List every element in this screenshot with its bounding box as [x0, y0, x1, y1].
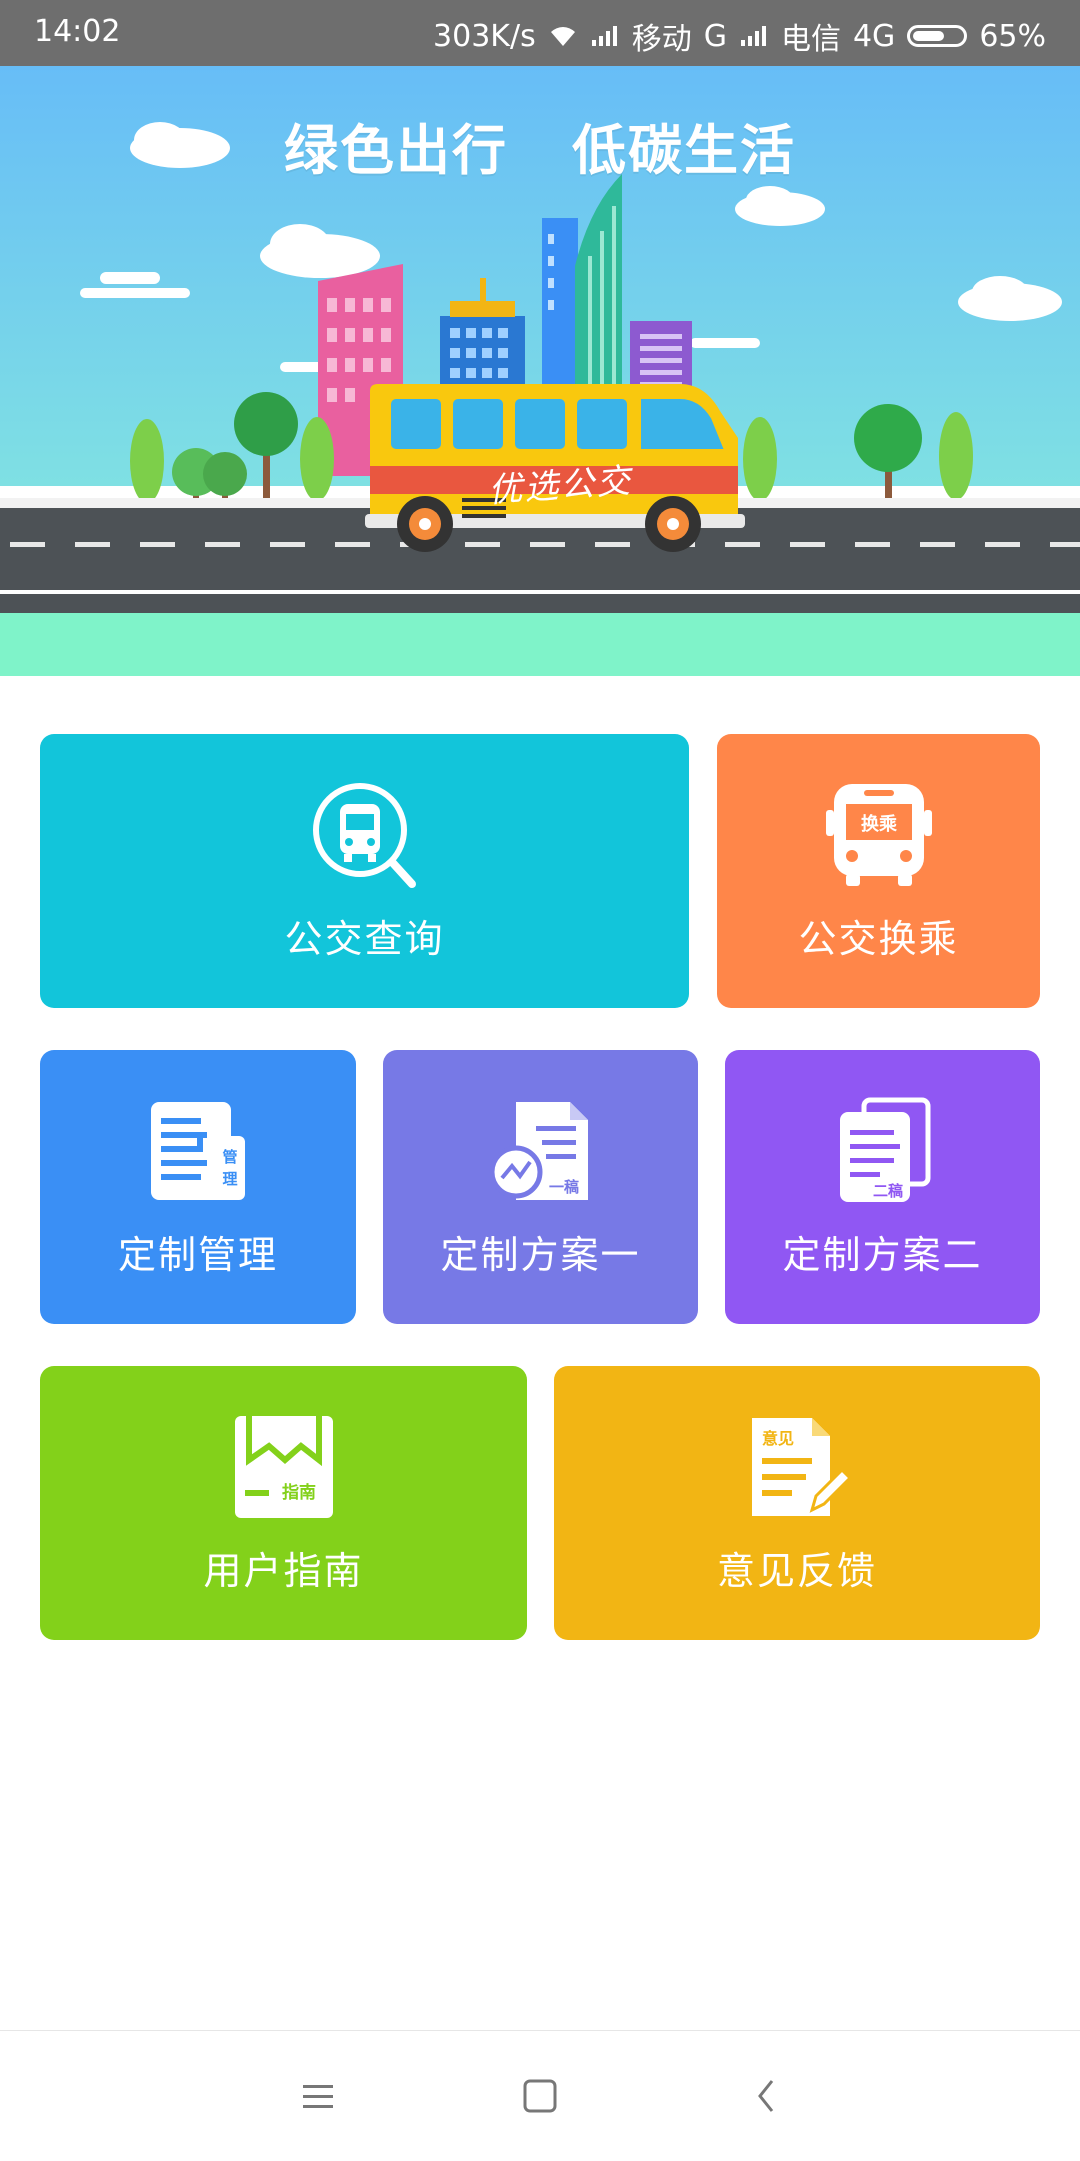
plan-two-icon: 二稿: [839, 1097, 930, 1202]
tile-plan-two[interactable]: 二稿 定制方案二: [725, 1050, 1040, 1324]
bus-search-icon: [312, 782, 416, 888]
back-icon[interactable]: [742, 2071, 792, 2121]
menu-icon[interactable]: [293, 2071, 343, 2121]
system-nav-bar: [0, 2030, 1080, 2161]
network-type-2: 4G: [852, 18, 896, 54]
tile-bus-transfer[interactable]: 换乘 公交换乘: [717, 734, 1040, 1008]
status-bar: 14:02 303K/s 移动 G 电信 4G 65%: [0, 0, 1080, 66]
carrier-2: 电信: [780, 22, 841, 57]
manage-doc-icon: 管 理: [151, 1101, 245, 1200]
wifi-icon: [550, 27, 575, 46]
tile-label: 公交换乘: [798, 916, 959, 961]
plan-one-icon: 一稿: [489, 1101, 588, 1200]
signal-icon-2: [740, 26, 766, 46]
svg-text:换乘: 换乘: [861, 813, 897, 835]
tile-label: 定制方案二: [782, 1232, 983, 1277]
bus-label: 优选公交: [487, 461, 634, 511]
svg-text:理: 理: [222, 1170, 237, 1188]
battery-icon: [907, 25, 968, 47]
signal-icon-1: [591, 26, 617, 46]
tile-user-guide[interactable]: 指南 用户指南: [40, 1366, 527, 1640]
tile-plan-one[interactable]: 一稿 定制方案一: [383, 1050, 698, 1324]
svg-text:意见: 意见: [762, 1429, 794, 1448]
guide-book-icon: 指南: [234, 1415, 333, 1518]
banner: 绿色出行 低碳生活 优选公交: [0, 66, 1080, 676]
feedback-icon: 意见: [752, 1417, 852, 1516]
network-type-1: G: [703, 18, 727, 54]
tile-label: 意见反馈: [716, 1548, 877, 1593]
status-time: 14:02: [34, 14, 121, 49]
svg-text:指南: 指南: [282, 1482, 316, 1503]
tile-label: 定制方案一: [440, 1232, 641, 1277]
svg-text:一稿: 一稿: [548, 1178, 578, 1196]
tile-feedback[interactable]: 意见 意见反馈: [554, 1366, 1040, 1640]
network-speed: 303K/s: [433, 18, 536, 54]
svg-text:二稿: 二稿: [872, 1182, 902, 1200]
tile-label: 公交查询: [284, 916, 445, 961]
status-right: 303K/s 移动 G 电信 4G 65%: [433, 14, 1046, 58]
svg-text:管: 管: [222, 1148, 237, 1166]
tile-bus-query[interactable]: 公交查询: [40, 734, 689, 1008]
tile-custom-manage[interactable]: 管 理 定制管理: [40, 1050, 356, 1324]
tile-label: 定制管理: [117, 1232, 278, 1277]
banner-title-right: 低碳生活: [572, 119, 796, 182]
home-icon[interactable]: [515, 2071, 565, 2121]
battery-percent: 65%: [979, 18, 1046, 54]
bus-transfer-icon: 换乘: [825, 783, 932, 886]
banner-slogan: 绿色出行 低碳生活: [0, 106, 1080, 185]
banner-title-left: 绿色出行: [284, 119, 508, 182]
carrier-1: 移动: [631, 22, 692, 57]
tile-label: 用户指南: [203, 1548, 364, 1593]
